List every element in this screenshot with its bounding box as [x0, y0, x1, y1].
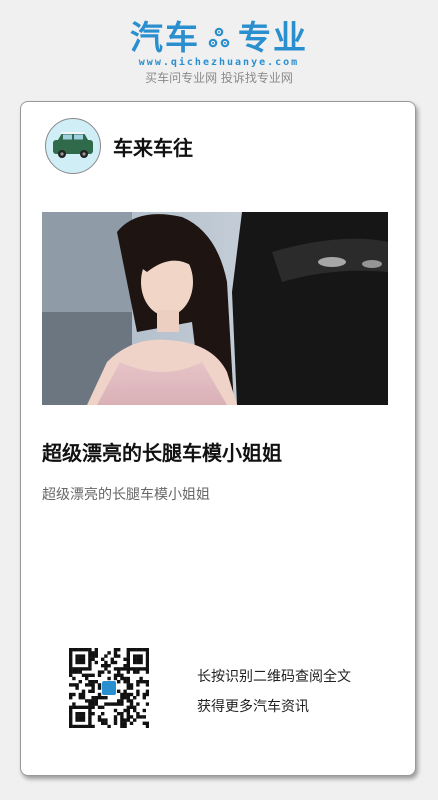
article-image[interactable]: [42, 212, 388, 405]
qr-code[interactable]: [69, 648, 150, 729]
brand-slogan: 买车问专业网 投诉找专业网: [145, 71, 293, 85]
logo-text-left: 汽车: [130, 18, 200, 57]
brand-header: 汽车 专业 www.qichezhuanye.com 买车问专业网 投诉找专业网: [0, 18, 438, 86]
gear-icon: [208, 27, 230, 48]
brand-logo: 汽车 专业: [0, 18, 438, 58]
article-title: 超级漂亮的长腿车模小姐姐: [42, 441, 282, 465]
logo-text-right: 专业: [238, 18, 308, 57]
share-card: 车来车往 超级漂亮的长腿车模小姐姐 超级漂亮的长腿车模小姐姐 长按识别二维码查阅…: [20, 101, 416, 776]
article-summary: 超级漂亮的长腿车模小姐姐: [42, 487, 210, 503]
avatar: [45, 118, 101, 174]
brand-url: www.qichezhuanye.com: [138, 57, 300, 68]
author-name[interactable]: 车来车往: [113, 132, 193, 161]
qr-caption: 长按识别二维码查阅全文 获得更多汽车资讯: [197, 662, 351, 722]
car-icon: [53, 132, 93, 158]
qr-caption-line2: 获得更多汽车资讯: [197, 699, 309, 715]
qr-caption-line1: 长按识别二维码查阅全文: [197, 669, 351, 685]
